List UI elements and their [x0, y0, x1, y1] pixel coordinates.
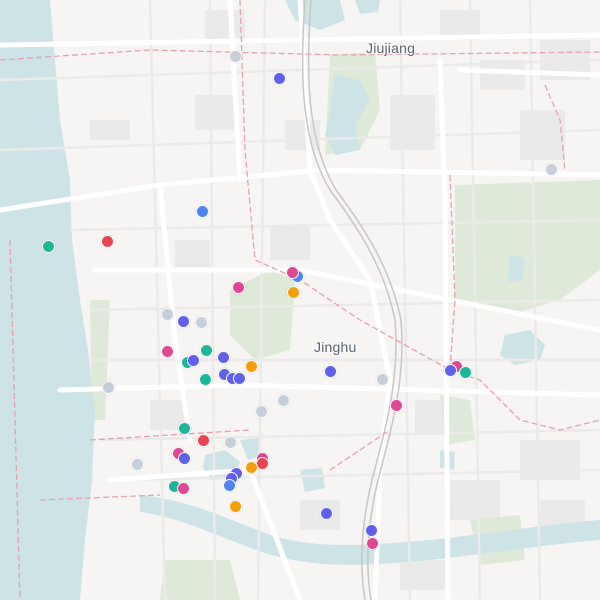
map-marker-gray[interactable] [228, 49, 242, 63]
map-marker-orange[interactable] [228, 499, 242, 513]
map-marker-indigo[interactable] [323, 364, 337, 378]
map-marker-red[interactable] [100, 234, 114, 248]
map-marker-teal[interactable] [177, 421, 191, 435]
map-marker-indigo[interactable] [364, 523, 378, 537]
map-marker-gray[interactable] [544, 162, 558, 176]
map-marker-gray[interactable] [375, 372, 389, 386]
map-marker-indigo[interactable] [443, 363, 457, 377]
map-marker-gray[interactable] [276, 393, 290, 407]
map-marker-teal[interactable] [458, 365, 472, 379]
map-marker-indigo[interactable] [216, 350, 230, 364]
map-marker-teal[interactable] [199, 343, 213, 357]
map-marker-gray[interactable] [223, 435, 237, 449]
map-marker-pink[interactable] [389, 398, 403, 412]
map-marker-gray[interactable] [194, 315, 208, 329]
map-marker-indigo[interactable] [176, 314, 190, 328]
map-marker-red[interactable] [196, 433, 210, 447]
map-marker-blue[interactable] [195, 204, 209, 218]
map-marker-gray[interactable] [101, 380, 115, 394]
map-marker-pink[interactable] [176, 481, 190, 495]
map-marker-orange[interactable] [244, 359, 258, 373]
map-marker-gray[interactable] [130, 457, 144, 471]
map-marker-orange[interactable] [244, 460, 258, 474]
map-marker-pink[interactable] [285, 265, 299, 279]
map-marker-indigo[interactable] [232, 371, 246, 385]
map-marker-teal[interactable] [41, 239, 55, 253]
map-marker-orange[interactable] [286, 285, 300, 299]
map-marker-gray[interactable] [160, 307, 174, 321]
poi-marker-layer [0, 0, 600, 600]
map-marker-gray[interactable] [254, 404, 268, 418]
map-marker-indigo[interactable] [272, 71, 286, 85]
map-marker-indigo[interactable] [177, 451, 191, 465]
map-marker-indigo[interactable] [186, 353, 200, 367]
map-marker-pink[interactable] [160, 344, 174, 358]
map-canvas[interactable]: Jiujiang Jinghu [0, 0, 600, 600]
map-marker-pink[interactable] [231, 280, 245, 294]
map-marker-teal[interactable] [198, 372, 212, 386]
map-marker-pink[interactable] [365, 536, 379, 550]
map-marker-indigo[interactable] [319, 506, 333, 520]
map-marker-blue[interactable] [222, 478, 236, 492]
